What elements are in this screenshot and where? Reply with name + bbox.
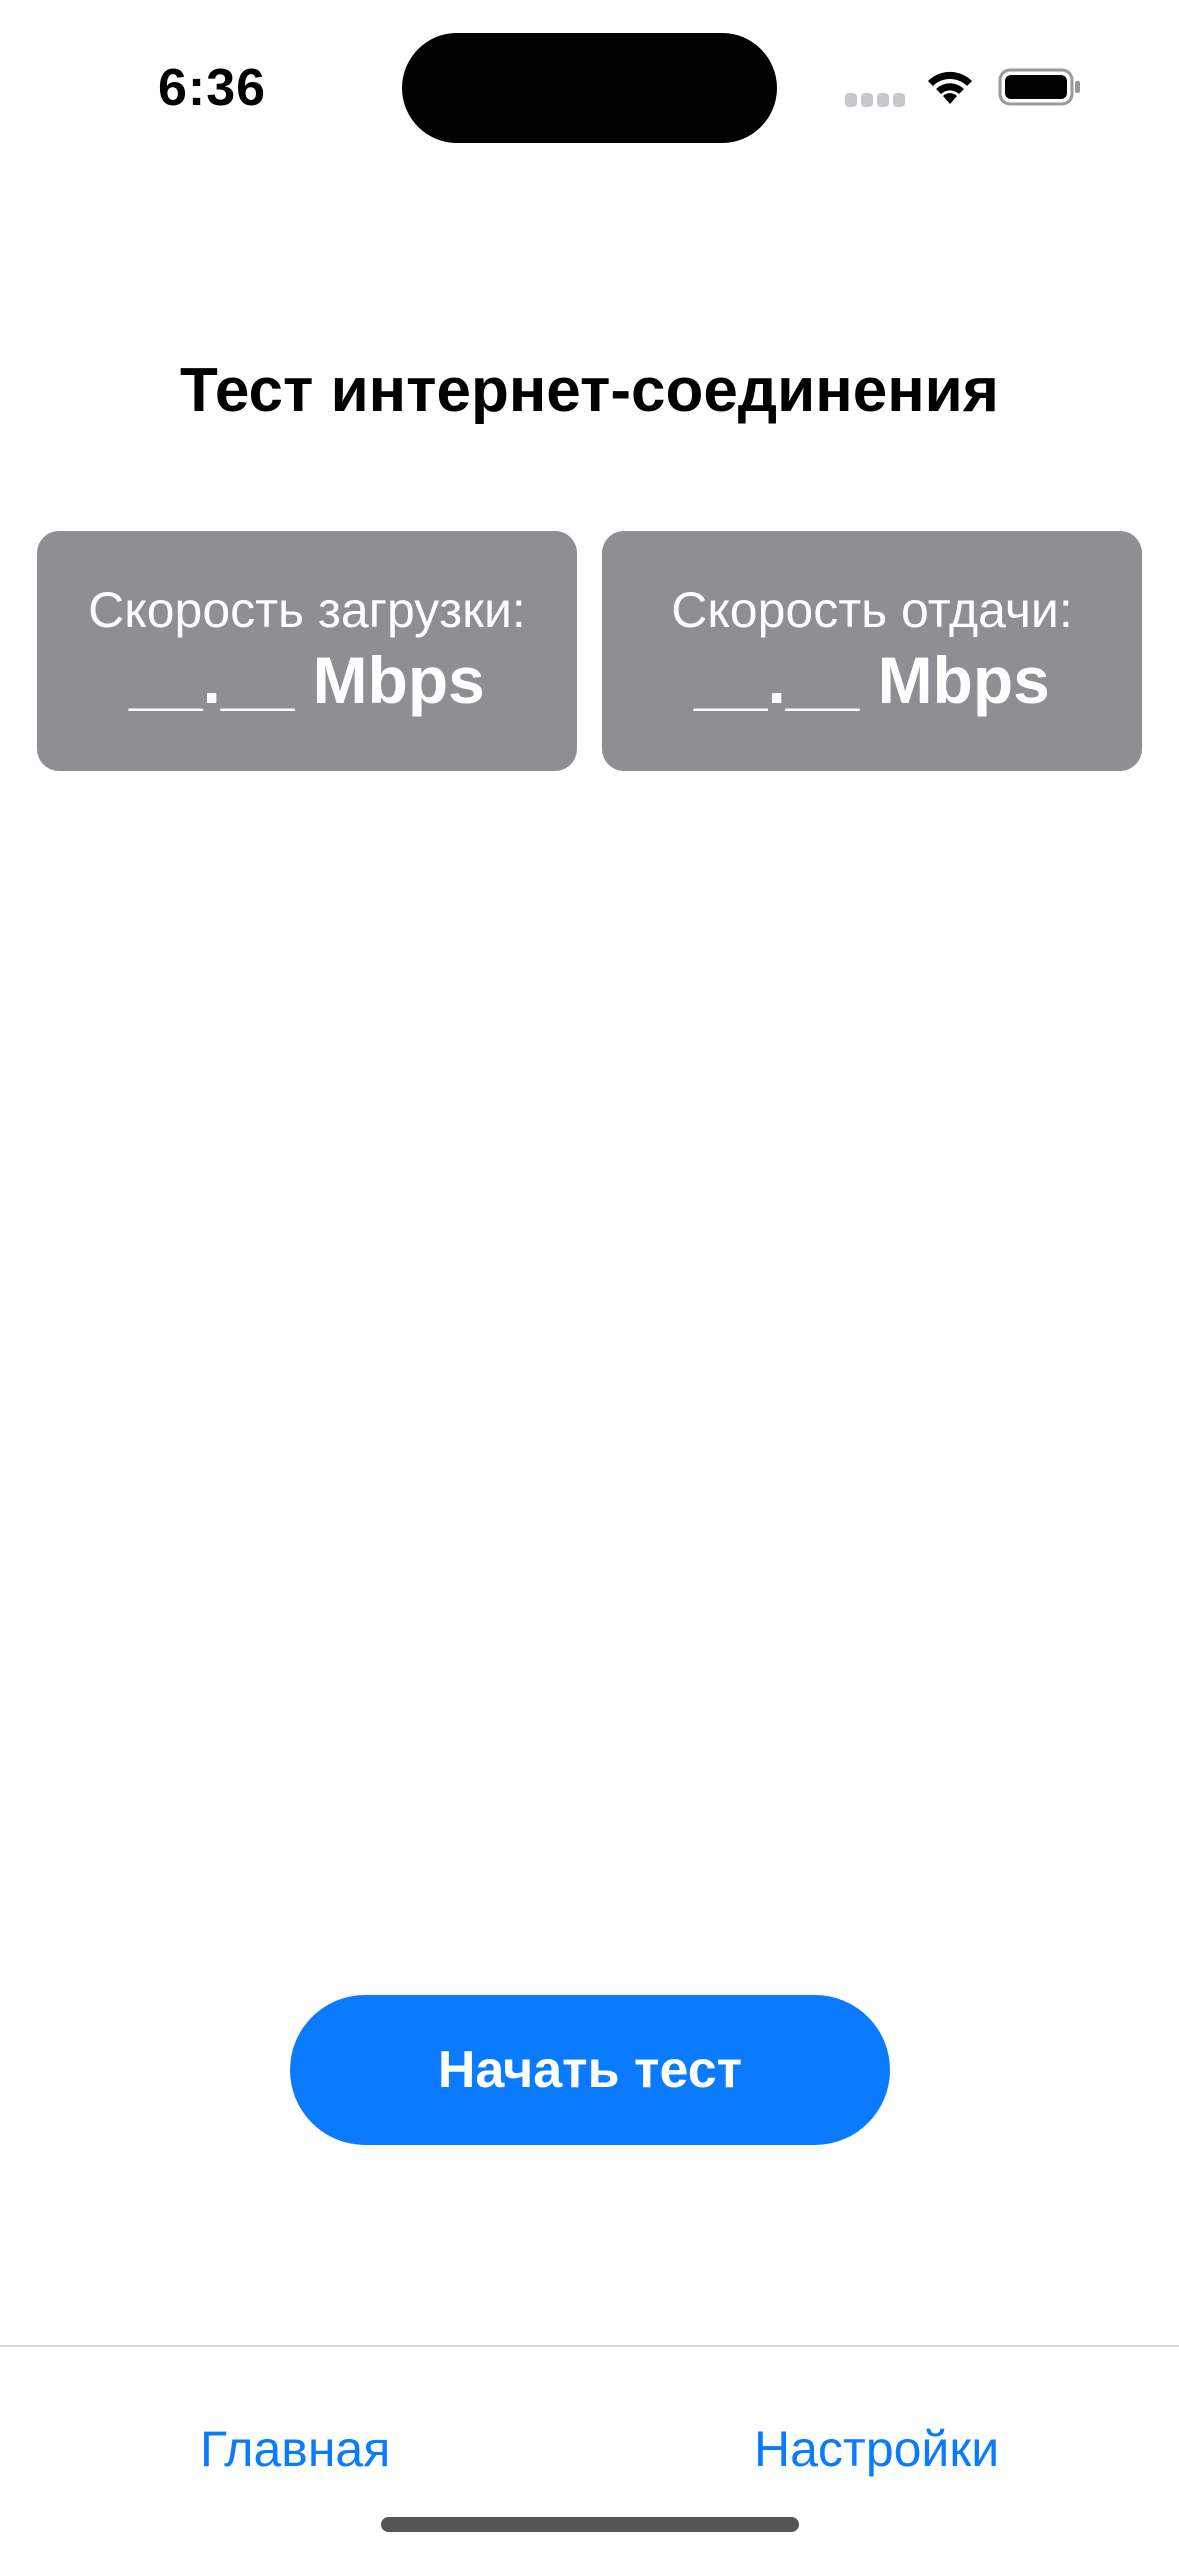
- start-test-button[interactable]: Начать тест: [290, 1995, 890, 2145]
- upload-speed-value: __.__ Mbps: [694, 643, 1050, 717]
- tab-home[interactable]: Главная: [200, 2420, 390, 2478]
- page-title: Тест интернет-соединения: [180, 356, 999, 425]
- download-speed-value: __.__ Mbps: [129, 643, 485, 717]
- tab-settings[interactable]: Настройки: [754, 2420, 999, 2478]
- upload-speed-label: Скорость отдачи:: [671, 582, 1073, 638]
- download-speed-label: Скорость загрузки:: [88, 582, 526, 638]
- upload-speed-card: Скорость отдачи: __.__ Mbps: [602, 531, 1142, 771]
- tab-bar-divider: [0, 2345, 1179, 2347]
- download-speed-card: Скорость загрузки: __.__ Mbps: [37, 531, 577, 771]
- battery-icon: [998, 68, 1080, 106]
- status-time: 6:36: [158, 59, 267, 117]
- dynamic-island: [402, 33, 777, 143]
- home-indicator[interactable]: [381, 2517, 799, 2532]
- wifi-icon: [928, 71, 972, 104]
- speed-test-screen: 6:36 Тест интернет-соединения Скорость з…: [0, 0, 1179, 2556]
- cellular-signal-icon: [845, 93, 905, 107]
